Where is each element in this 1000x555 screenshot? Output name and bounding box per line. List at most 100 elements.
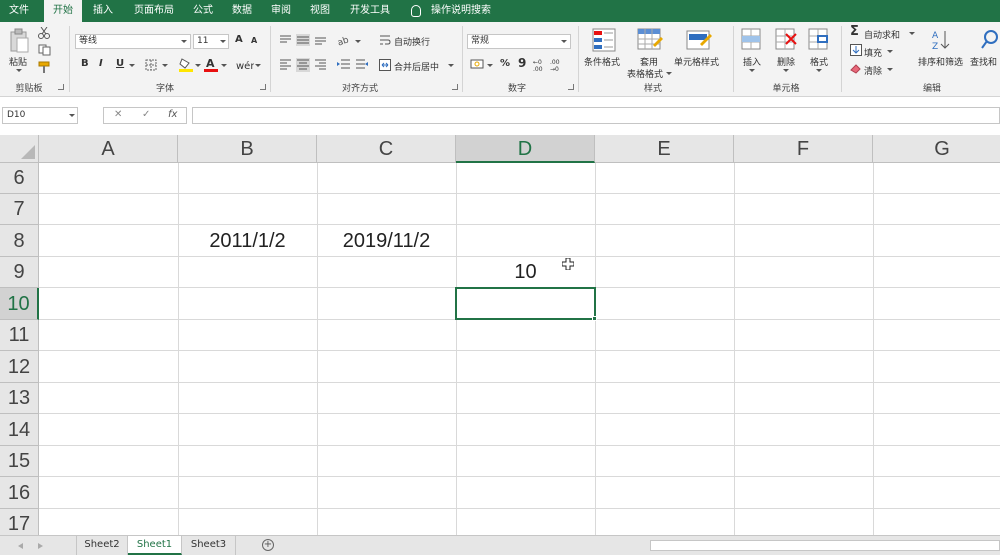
phonetic-dropdown-icon[interactable] xyxy=(255,64,261,67)
fill-handle[interactable] xyxy=(592,316,597,321)
select-all-corner[interactable] xyxy=(0,135,39,163)
next-sheet-icon[interactable] xyxy=(38,543,43,549)
copy-icon[interactable] xyxy=(38,44,52,56)
cell-c8[interactable]: 2019/11/2 xyxy=(317,225,456,257)
format-cells-label[interactable]: 格式 xyxy=(810,55,828,68)
find-select-icon[interactable] xyxy=(981,28,1000,52)
clear-label[interactable]: 清除 xyxy=(864,64,882,77)
merge-center-icon[interactable] xyxy=(379,59,391,71)
tab-data[interactable]: 数据 xyxy=(225,0,259,22)
sheet-tab-sheet1[interactable]: Sheet1 xyxy=(128,536,182,555)
conditional-format-icon[interactable] xyxy=(592,28,616,52)
number-launcher-icon[interactable] xyxy=(568,84,574,90)
fill-dropdown-icon[interactable] xyxy=(887,50,893,53)
column-header-a[interactable]: A xyxy=(39,135,178,163)
clipboard-launcher-icon[interactable] xyxy=(58,84,64,90)
grow-font-icon[interactable]: A xyxy=(235,34,243,45)
find-select-label[interactable]: 查找和 xyxy=(970,55,997,68)
format-as-table-icon[interactable] xyxy=(637,28,663,52)
shrink-font-icon[interactable]: A xyxy=(251,36,257,45)
row-header-12[interactable]: 12 xyxy=(0,351,39,383)
row-header-11[interactable]: 11 xyxy=(0,320,39,351)
autosum-dropdown-icon[interactable] xyxy=(909,32,915,35)
row-header-13[interactable]: 13 xyxy=(0,383,39,414)
delete-dropdown-icon[interactable] xyxy=(783,69,789,72)
alignment-launcher-icon[interactable] xyxy=(452,84,458,90)
cell-styles-icon[interactable] xyxy=(686,28,712,52)
tab-home[interactable]: 开始 xyxy=(44,0,82,22)
row-header-8[interactable]: 8 xyxy=(0,225,39,257)
format-as-table-label-line2[interactable]: 表格格式 xyxy=(627,67,663,80)
tab-page-layout[interactable]: 页面布局 xyxy=(126,0,182,22)
fill-icon[interactable] xyxy=(850,44,862,56)
comma-button[interactable]: 9 xyxy=(518,56,526,70)
horizontal-scrollbar[interactable] xyxy=(650,540,1000,551)
accounting-format-icon[interactable] xyxy=(470,58,486,70)
tab-formulas[interactable]: 公式 xyxy=(186,0,220,22)
cut-icon[interactable] xyxy=(38,27,50,39)
formula-input[interactable] xyxy=(192,107,1000,124)
border-dropdown-icon[interactable] xyxy=(162,64,168,67)
percent-button[interactable]: % xyxy=(500,58,510,69)
row-header-6[interactable]: 6 xyxy=(0,163,39,194)
name-box-dropdown-icon[interactable] xyxy=(69,114,75,117)
cell-b8[interactable]: 2011/1/2 xyxy=(178,225,317,257)
autosum-label[interactable]: 自动求和 xyxy=(864,28,900,41)
add-sheet-button[interactable]: + xyxy=(262,539,274,551)
tab-review[interactable]: 审阅 xyxy=(264,0,298,22)
sort-filter-icon[interactable]: A Z xyxy=(930,28,954,52)
delete-cells-label[interactable]: 删除 xyxy=(777,55,795,68)
underline-button[interactable]: U xyxy=(116,58,124,69)
phonetic-icon[interactable]: wén xyxy=(236,58,254,72)
tab-view[interactable]: 视图 xyxy=(303,0,337,22)
sort-filter-label[interactable]: 排序和筛选 xyxy=(918,55,963,68)
font-color-dropdown-icon[interactable] xyxy=(221,64,227,67)
insert-cells-label[interactable]: 插入 xyxy=(743,55,761,68)
clear-dropdown-icon[interactable] xyxy=(887,68,893,71)
selected-cell-d10[interactable] xyxy=(455,287,596,320)
row-header-15[interactable]: 15 xyxy=(0,446,39,477)
font-size-dropdown-icon[interactable] xyxy=(220,40,226,43)
format-as-table-dropdown-icon[interactable] xyxy=(666,72,672,75)
tab-insert[interactable]: 插入 xyxy=(86,0,120,22)
sheet-tab-sheet3[interactable]: Sheet3 xyxy=(182,536,236,555)
fill-color-icon[interactable] xyxy=(179,57,193,73)
format-painter-icon[interactable] xyxy=(38,61,52,75)
insert-function-icon[interactable]: fx xyxy=(168,109,177,120)
font-name-box[interactable]: 等线 xyxy=(75,34,191,49)
insert-dropdown-icon[interactable] xyxy=(749,69,755,72)
underline-dropdown-icon[interactable] xyxy=(129,64,135,67)
row-header-14[interactable]: 14 xyxy=(0,414,39,446)
fill-color-dropdown-icon[interactable] xyxy=(195,64,201,67)
wrap-text-label[interactable]: 自动换行 xyxy=(394,35,430,48)
autosum-icon[interactable]: Σ xyxy=(850,24,859,39)
conditional-format-label[interactable]: 条件格式 xyxy=(584,55,620,68)
accounting-dropdown-icon[interactable] xyxy=(487,64,493,67)
border-icon[interactable] xyxy=(145,59,157,71)
row-header-9[interactable]: 9 xyxy=(0,257,39,288)
fill-label[interactable]: 填充 xyxy=(864,46,882,59)
prev-sheet-icon[interactable] xyxy=(18,543,23,549)
row-header-16[interactable]: 16 xyxy=(0,477,39,509)
column-header-g[interactable]: G xyxy=(873,135,1000,163)
font-name-dropdown-icon[interactable] xyxy=(181,40,187,43)
column-header-d[interactable]: D xyxy=(456,135,595,163)
decimal-buttons[interactable]: ←0 .00 .00 →0 xyxy=(533,58,567,72)
insert-cells-icon[interactable] xyxy=(740,28,764,52)
number-format-dropdown-icon[interactable] xyxy=(561,40,567,43)
merge-center-label[interactable]: 合并后居中 xyxy=(394,60,439,73)
column-header-b[interactable]: B xyxy=(178,135,317,163)
cell-styles-label[interactable]: 单元格样式 xyxy=(674,55,719,68)
row-header-17[interactable]: 17 xyxy=(0,509,39,535)
indent-icons[interactable] xyxy=(337,58,369,72)
column-header-c[interactable]: C xyxy=(317,135,456,163)
bold-button[interactable]: B xyxy=(81,58,89,69)
tab-developer[interactable]: 开发工具 xyxy=(343,0,397,22)
paste-dropdown-icon[interactable] xyxy=(16,69,22,72)
orientation-dropdown-icon[interactable] xyxy=(355,40,361,43)
font-launcher-icon[interactable] xyxy=(260,84,266,90)
italic-button[interactable]: I xyxy=(99,58,103,69)
delete-cells-icon[interactable] xyxy=(774,28,798,52)
number-format-box[interactable]: 常规 xyxy=(467,34,571,49)
merge-dropdown-icon[interactable] xyxy=(448,64,454,67)
